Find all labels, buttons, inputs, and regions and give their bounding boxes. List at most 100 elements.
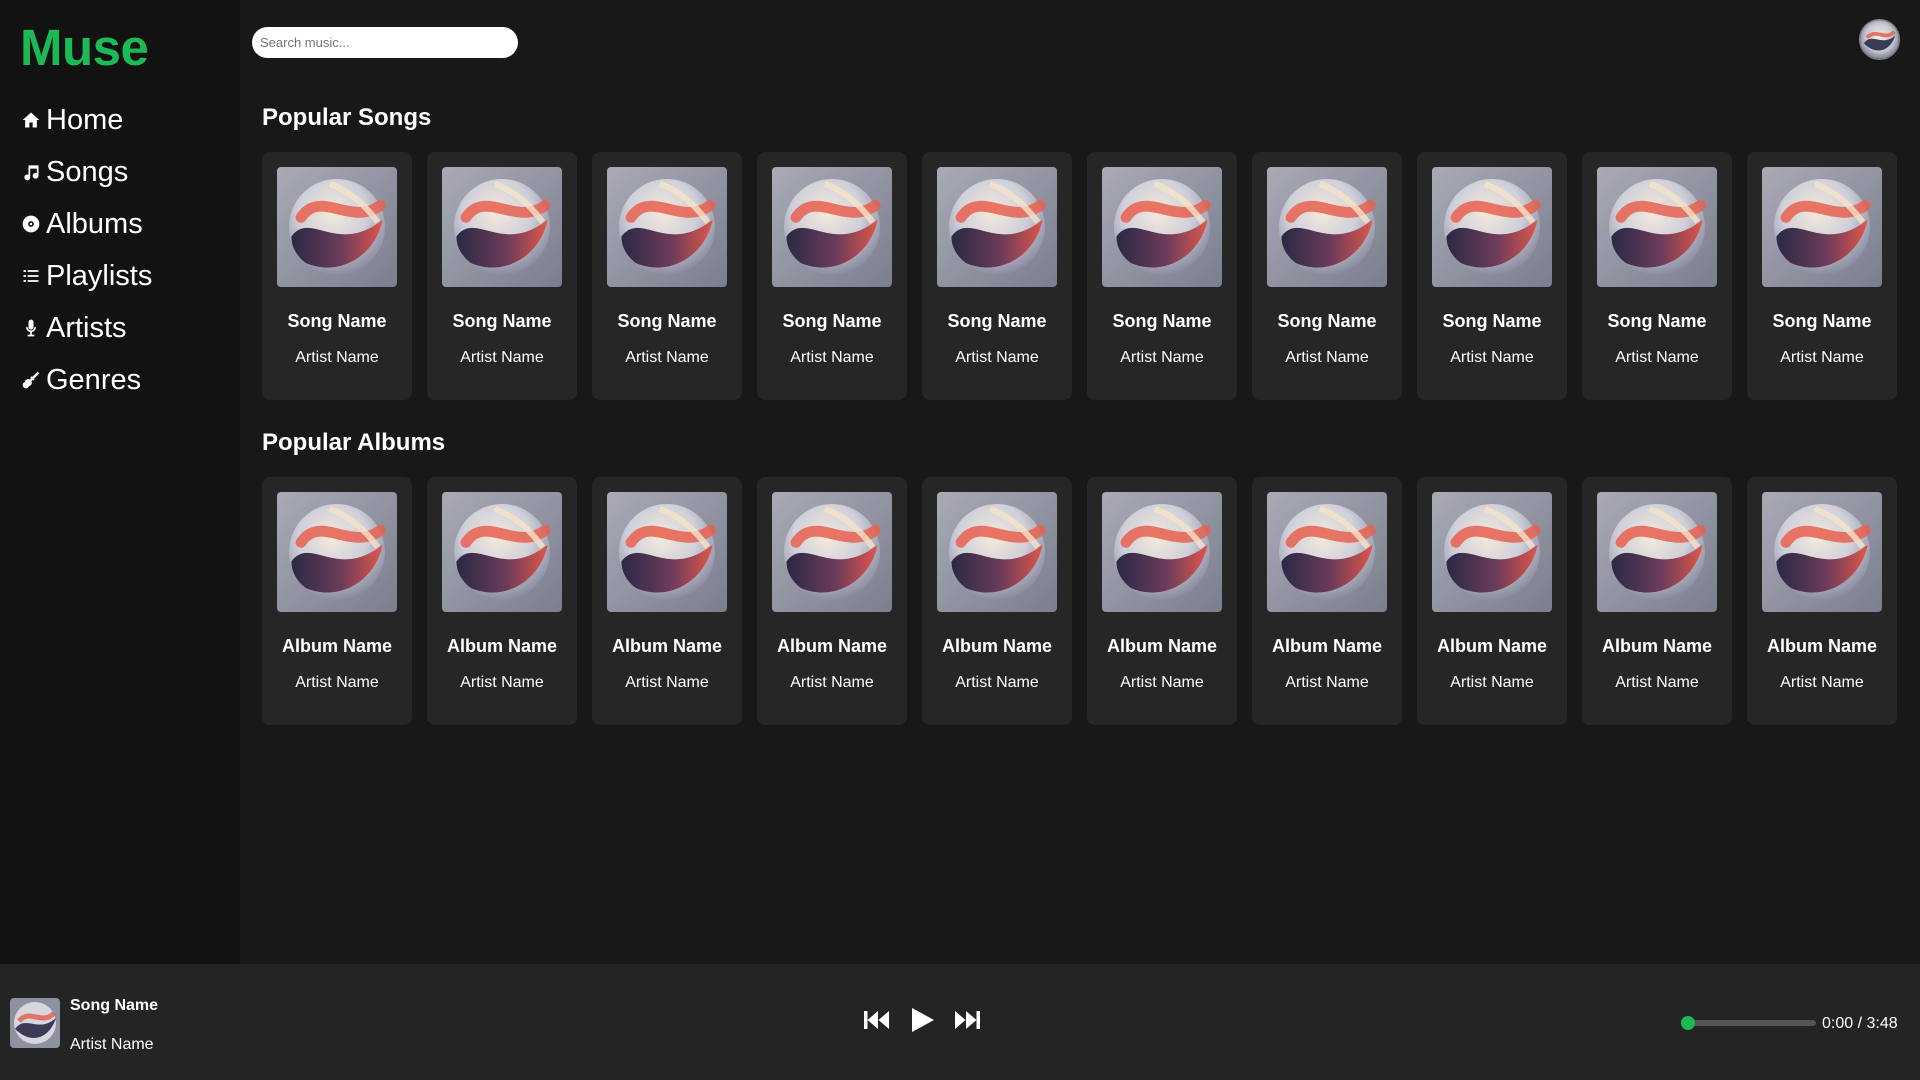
play-button[interactable] <box>908 1005 936 1035</box>
album-name: Album Name <box>941 636 1053 656</box>
album-artist: Artist Name <box>790 674 874 691</box>
sidebar-item-label: Albums <box>46 207 143 240</box>
next-track-button[interactable] <box>952 1008 982 1032</box>
cover-art-image <box>1102 167 1222 287</box>
sidebar-item-artists[interactable]: Artists <box>20 302 240 354</box>
song-cover-art <box>277 167 397 287</box>
cover-art-image <box>937 167 1057 287</box>
cover-art-image <box>277 492 397 612</box>
sidebar-item-label: Genres <box>46 363 142 396</box>
album-name: Album Name <box>611 636 723 656</box>
cover-art-image <box>442 492 562 612</box>
progress-slider[interactable] <box>1681 1016 1816 1030</box>
sidebar-item-label: Playlists <box>46 259 153 292</box>
album-cover-art <box>1267 492 1387 612</box>
song-artist: Artist Name <box>295 349 379 366</box>
song-name: Song Name <box>452 311 552 331</box>
search-input[interactable] <box>252 27 518 58</box>
sidebar-item-playlists[interactable]: Playlists <box>20 250 240 302</box>
sidebar-item-label: Home <box>46 103 124 136</box>
main-content: Popular Songs Song NameArtist NameSong N… <box>240 0 1920 964</box>
song-name: Song Name <box>947 311 1047 331</box>
album-card[interactable]: Album Name Artist Name <box>1582 477 1732 725</box>
album-card[interactable]: Album Name Artist Name <box>427 477 577 725</box>
cover-art-image <box>1762 167 1882 287</box>
skip-next-icon <box>955 1011 980 1029</box>
album-card[interactable]: Album Name Artist Name <box>1417 477 1567 725</box>
song-card[interactable]: Song Name Artist Name <box>1087 152 1237 400</box>
song-name: Song Name <box>1772 311 1872 331</box>
app-logo[interactable]: Muse <box>20 20 240 76</box>
album-card[interactable]: Album Name Artist Name <box>1747 477 1897 725</box>
song-cover-art <box>1597 167 1717 287</box>
album-artist: Artist Name <box>625 674 709 691</box>
cover-art-image <box>772 492 892 612</box>
playback-time: 0:00 / 3:48 <box>1822 1015 1898 1032</box>
song-card[interactable]: Song Name Artist Name <box>1747 152 1897 400</box>
song-artist: Artist Name <box>625 349 709 366</box>
album-card[interactable]: Album Name Artist Name <box>1087 477 1237 725</box>
song-artist: Artist Name <box>955 349 1039 366</box>
cover-art-image <box>442 167 562 287</box>
album-card[interactable]: Album Name Artist Name <box>262 477 412 725</box>
album-artist: Artist Name <box>460 674 544 691</box>
playback-controls <box>862 1005 982 1035</box>
album-card[interactable]: Album Name Artist Name <box>757 477 907 725</box>
cover-art-image <box>607 492 727 612</box>
album-name: Album Name <box>1436 636 1548 656</box>
previous-track-button[interactable] <box>862 1008 892 1032</box>
home-icon <box>20 109 42 131</box>
album-cover-art <box>1597 492 1717 612</box>
cover-art-image <box>1432 492 1552 612</box>
cover-art-image <box>772 167 892 287</box>
album-card[interactable]: Album Name Artist Name <box>1252 477 1402 725</box>
song-card[interactable]: Song Name Artist Name <box>757 152 907 400</box>
song-name: Song Name <box>287 311 387 331</box>
song-name: Song Name <box>1607 311 1707 331</box>
song-card[interactable]: Song Name Artist Name <box>1252 152 1402 400</box>
song-artist: Artist Name <box>1615 349 1699 366</box>
avatar[interactable] <box>1859 19 1900 60</box>
album-artist: Artist Name <box>1780 674 1864 691</box>
album-name: Album Name <box>281 636 393 656</box>
song-card[interactable]: Song Name Artist Name <box>922 152 1072 400</box>
record-icon <box>20 213 42 235</box>
popular-albums-heading: Popular Albums <box>262 429 446 456</box>
album-artist: Artist Name <box>1615 674 1699 691</box>
album-card[interactable]: Album Name Artist Name <box>922 477 1072 725</box>
sidebar-item-home[interactable]: Home <box>20 94 240 146</box>
album-name: Album Name <box>776 636 888 656</box>
song-name: Song Name <box>782 311 882 331</box>
song-cover-art <box>1762 167 1882 287</box>
progress-thumb[interactable] <box>1681 1016 1695 1030</box>
song-cover-art <box>607 167 727 287</box>
album-name: Album Name <box>1106 636 1218 656</box>
microphone-icon <box>20 317 42 339</box>
song-name: Song Name <box>617 311 717 331</box>
song-name: Song Name <box>1442 311 1542 331</box>
song-cover-art <box>442 167 562 287</box>
list-icon <box>20 265 42 287</box>
song-card[interactable]: Song Name Artist Name <box>427 152 577 400</box>
album-artist: Artist Name <box>955 674 1039 691</box>
song-card[interactable]: Song Name Artist Name <box>262 152 412 400</box>
now-playing-artist: Artist Name <box>70 1036 154 1053</box>
cover-art-image <box>1762 492 1882 612</box>
album-name: Album Name <box>446 636 558 656</box>
cover-art-image <box>1267 492 1387 612</box>
popular-albums-row: Album Name Artist Name Album Name Artist Na… <box>262 477 1897 725</box>
now-playing-artwork[interactable] <box>10 998 60 1048</box>
album-artist: Artist Name <box>1450 674 1534 691</box>
skip-previous-icon <box>864 1011 889 1029</box>
album-card[interactable]: Album Name Artist Name <box>592 477 742 725</box>
sidebar-item-label: Artists <box>46 311 127 344</box>
song-card[interactable]: Song Name Artist Name <box>1417 152 1567 400</box>
sidebar-item-genres[interactable]: Genres <box>20 354 240 406</box>
album-cover-art <box>1762 492 1882 612</box>
sidebar-item-albums[interactable]: Albums <box>20 198 240 250</box>
song-card[interactable]: Song Name Artist Name <box>1582 152 1732 400</box>
song-card[interactable]: Song Name Artist Name <box>592 152 742 400</box>
album-name: Album Name <box>1271 636 1383 656</box>
sidebar-item-songs[interactable]: Songs <box>20 146 240 198</box>
popular-songs-row: Song Name Artist Name Song Name Artist Name… <box>262 152 1897 400</box>
